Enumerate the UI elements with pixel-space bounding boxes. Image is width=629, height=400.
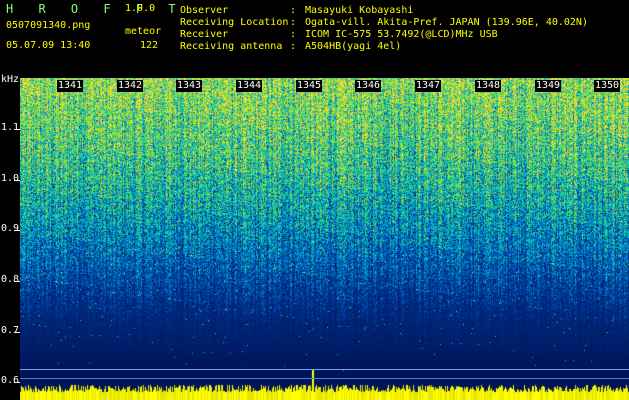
app-version: 1.0.0: [125, 3, 156, 14]
reference-line: [20, 378, 629, 379]
field-label-location: Receiving Location: [180, 17, 289, 28]
time-label: 1347: [415, 80, 442, 92]
time-label: 1346: [355, 80, 382, 92]
app-name: H R O F F T: [6, 2, 184, 16]
axis-tick-label: 1.1: [1, 122, 20, 133]
header-panel: H R O F F T 1.0.0 0507091340.png meteor …: [0, 0, 629, 78]
time-label: 1342: [117, 80, 144, 92]
time-label: 1350: [594, 80, 621, 92]
field-label-observer: Observer: [180, 5, 229, 16]
field-sep: :: [290, 17, 297, 28]
event-type: meteor: [125, 26, 162, 37]
reference-line: [20, 369, 629, 370]
field-value-receiver: ICOM IC-575 53.7492(@LCD)MHz USB: [305, 29, 498, 40]
time-label: 1341: [57, 80, 84, 92]
app-name-text: H R O F F T: [6, 2, 185, 16]
field-sep: :: [290, 29, 297, 40]
axis-tick-label: 0.7: [1, 325, 20, 336]
field-sep: :: [290, 41, 297, 52]
axis-tick-label: 1.0: [1, 173, 20, 184]
axis-tick-label: 0.6: [1, 375, 20, 386]
field-value-antenna: A504HB(yagi 4el): [305, 41, 402, 52]
frequency-axis: kHz 1.1 1.0 0.9 0.8 0.7 0.6: [0, 74, 20, 400]
time-label: 1344: [236, 80, 263, 92]
filename: 0507091340.png: [6, 20, 91, 31]
field-label-receiver: Receiver: [180, 29, 229, 40]
event-count: 122: [140, 40, 159, 51]
axis-tick-label: 0.8: [1, 274, 20, 285]
time-label: 1343: [176, 80, 203, 92]
axis-unit-label: kHz: [1, 74, 20, 85]
field-label-antenna: Receiving antenna: [180, 41, 283, 52]
axis-tick-label: 0.9: [1, 223, 20, 234]
spectrogram: [20, 78, 629, 400]
time-label: 1348: [475, 80, 502, 92]
field-sep: :: [290, 5, 297, 16]
time-label: 1345: [296, 80, 323, 92]
field-value-location: Ogata-vill. Akita-Pref. JAPAN (139.96E, …: [305, 17, 588, 28]
spectrogram-canvas: [20, 78, 629, 400]
time-label: 1349: [535, 80, 562, 92]
field-value-observer: Masayuki Kobayashi: [305, 5, 414, 16]
datetime: 05.07.09 13:40: [6, 40, 91, 51]
